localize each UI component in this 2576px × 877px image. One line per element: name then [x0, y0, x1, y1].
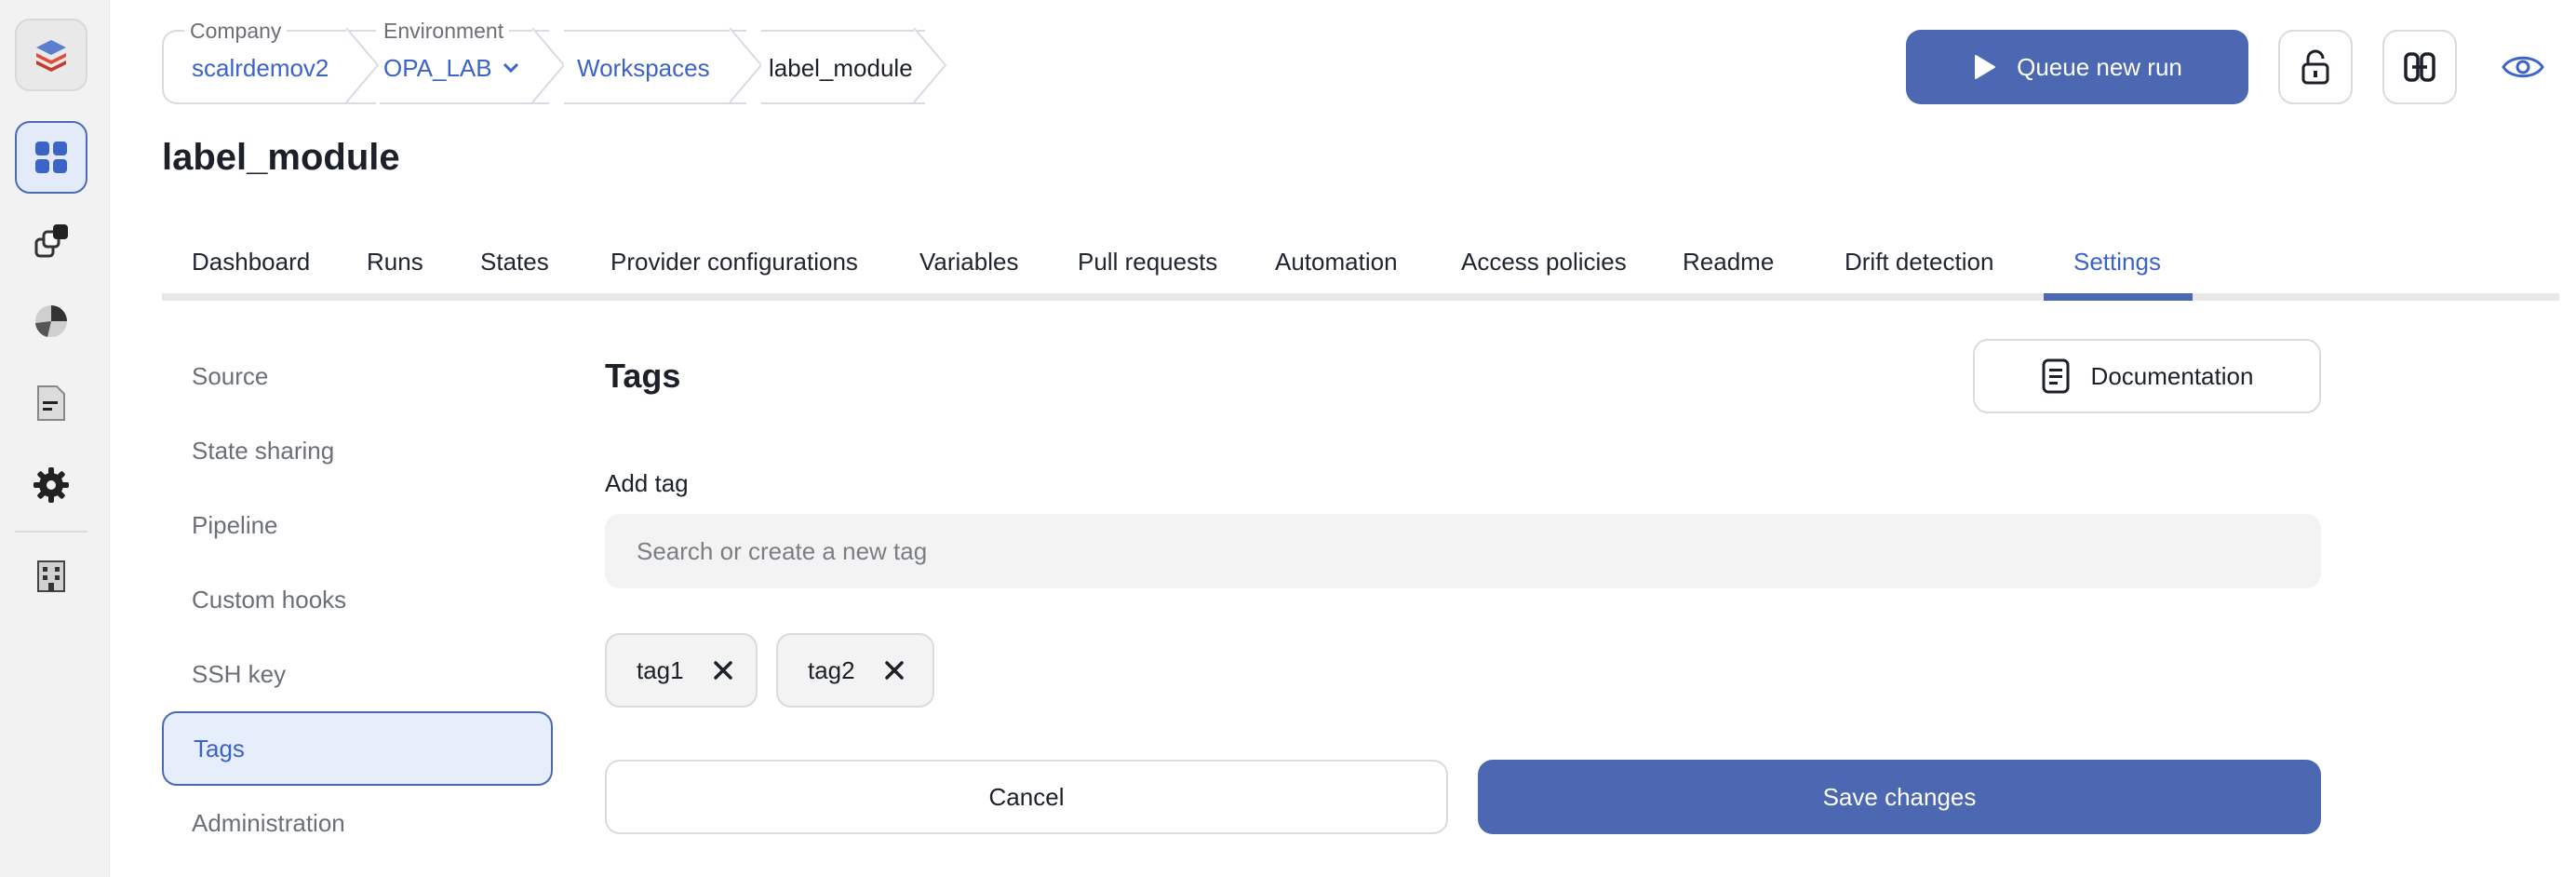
tag-chip-label: tag2: [808, 655, 855, 684]
rail-divider: [15, 531, 87, 533]
breadcrumb-end: [913, 28, 947, 102]
tab-automation[interactable]: Automation: [1275, 244, 1398, 279]
left-nav-rail: [0, 0, 110, 877]
tag-chip-label: tag1: [637, 655, 684, 684]
settings-nav-tags[interactable]: Tags: [162, 711, 553, 786]
tag-chip: tag1: [605, 633, 758, 708]
organization-nav-button[interactable]: [15, 540, 87, 613]
tag-chip: tag2: [776, 633, 934, 708]
current-workspace: label_module: [769, 54, 913, 82]
lock-toggle-button[interactable]: [2278, 30, 2353, 104]
tab-drift-detection[interactable]: Drift detection: [1845, 244, 1993, 279]
settings-nav-pipeline[interactable]: Pipeline: [162, 488, 553, 562]
dashboard-nav-button[interactable]: [15, 121, 87, 194]
save-changes-button[interactable]: Save changes: [1478, 760, 2321, 834]
dashboard-grid-icon: [35, 142, 67, 173]
add-tag-label: Add tag: [605, 469, 689, 497]
company-link[interactable]: scalrdemov2: [192, 52, 329, 84]
breadcrumb-chevron: [345, 28, 380, 102]
logo-stack-icon: [36, 40, 66, 72]
close-icon: [713, 661, 732, 680]
settings-nav-administration[interactable]: Administration: [162, 786, 553, 860]
section-title: Tags: [605, 357, 681, 395]
eye-icon: [2502, 56, 2544, 78]
cancel-button[interactable]: Cancel: [605, 760, 1448, 834]
tab-dashboard[interactable]: Dashboard: [192, 244, 310, 279]
page-title: label_module: [162, 137, 400, 178]
reports-nav-button[interactable]: [15, 285, 87, 358]
settings-nav-custom-hooks[interactable]: Custom hooks: [162, 562, 553, 637]
tabs-track: [162, 293, 2559, 301]
documents-nav-button[interactable]: [15, 367, 87, 439]
tab-runs[interactable]: Runs: [367, 244, 423, 279]
tab-readme[interactable]: Readme: [1683, 244, 1774, 279]
modules-nav-button[interactable]: [15, 205, 87, 277]
tab-provider-configurations[interactable]: Provider configurations: [610, 244, 858, 279]
play-icon: [1975, 55, 1996, 79]
logo-button[interactable]: [15, 19, 87, 91]
queue-new-run-button[interactable]: Queue new run: [1906, 30, 2248, 104]
remove-tag-button[interactable]: [710, 657, 736, 683]
company-legend: Company: [184, 20, 288, 42]
workspaces-link[interactable]: Workspaces: [577, 52, 710, 84]
tab-states[interactable]: States: [480, 244, 549, 279]
breadcrumb-chevron: [531, 28, 566, 102]
tab-variables[interactable]: Variables: [919, 244, 1018, 279]
environment-link[interactable]: OPA_LAB: [383, 52, 492, 84]
pie-chart-icon: [35, 305, 67, 337]
remove-tag-button[interactable]: [881, 657, 907, 683]
integration-button[interactable]: [2382, 30, 2457, 104]
breadcrumb-environment[interactable]: Environment OPA_LAB: [378, 20, 549, 104]
chevron-down-icon[interactable]: [501, 60, 521, 76]
link-icon: [2404, 52, 2435, 82]
watch-button[interactable]: [2500, 45, 2546, 89]
modules-icon: [34, 224, 68, 258]
settings-nav-state-sharing[interactable]: State sharing: [162, 413, 553, 488]
breadcrumb-workspaces[interactable]: Workspaces: [564, 30, 746, 104]
document-icon: [37, 385, 65, 421]
breadcrumb-chevron: [729, 28, 763, 102]
document-icon: [2042, 358, 2070, 394]
environment-legend: Environment: [378, 20, 510, 42]
settings-nav-source[interactable]: Source: [162, 339, 553, 413]
settings-nav-ssh-key[interactable]: SSH key: [162, 637, 553, 711]
queue-new-run-label: Queue new run: [2017, 52, 2182, 81]
documentation-label: Documentation: [2090, 361, 2254, 390]
tab-settings[interactable]: Settings: [2073, 244, 2161, 279]
settings-nav-button[interactable]: [15, 449, 87, 521]
breadcrumb-current: label_module: [761, 30, 925, 104]
active-tab-indicator: [2044, 293, 2193, 301]
close-icon: [884, 661, 904, 680]
documentation-button[interactable]: Documentation: [1973, 339, 2321, 413]
tab-pull-requests[interactable]: Pull requests: [1078, 244, 1217, 279]
tag-search-input[interactable]: [605, 514, 2321, 588]
unlock-icon: [2301, 49, 2329, 85]
tab-access-policies[interactable]: Access policies: [1461, 244, 1627, 279]
gear-icon: [34, 467, 69, 503]
building-icon: [37, 560, 65, 592]
